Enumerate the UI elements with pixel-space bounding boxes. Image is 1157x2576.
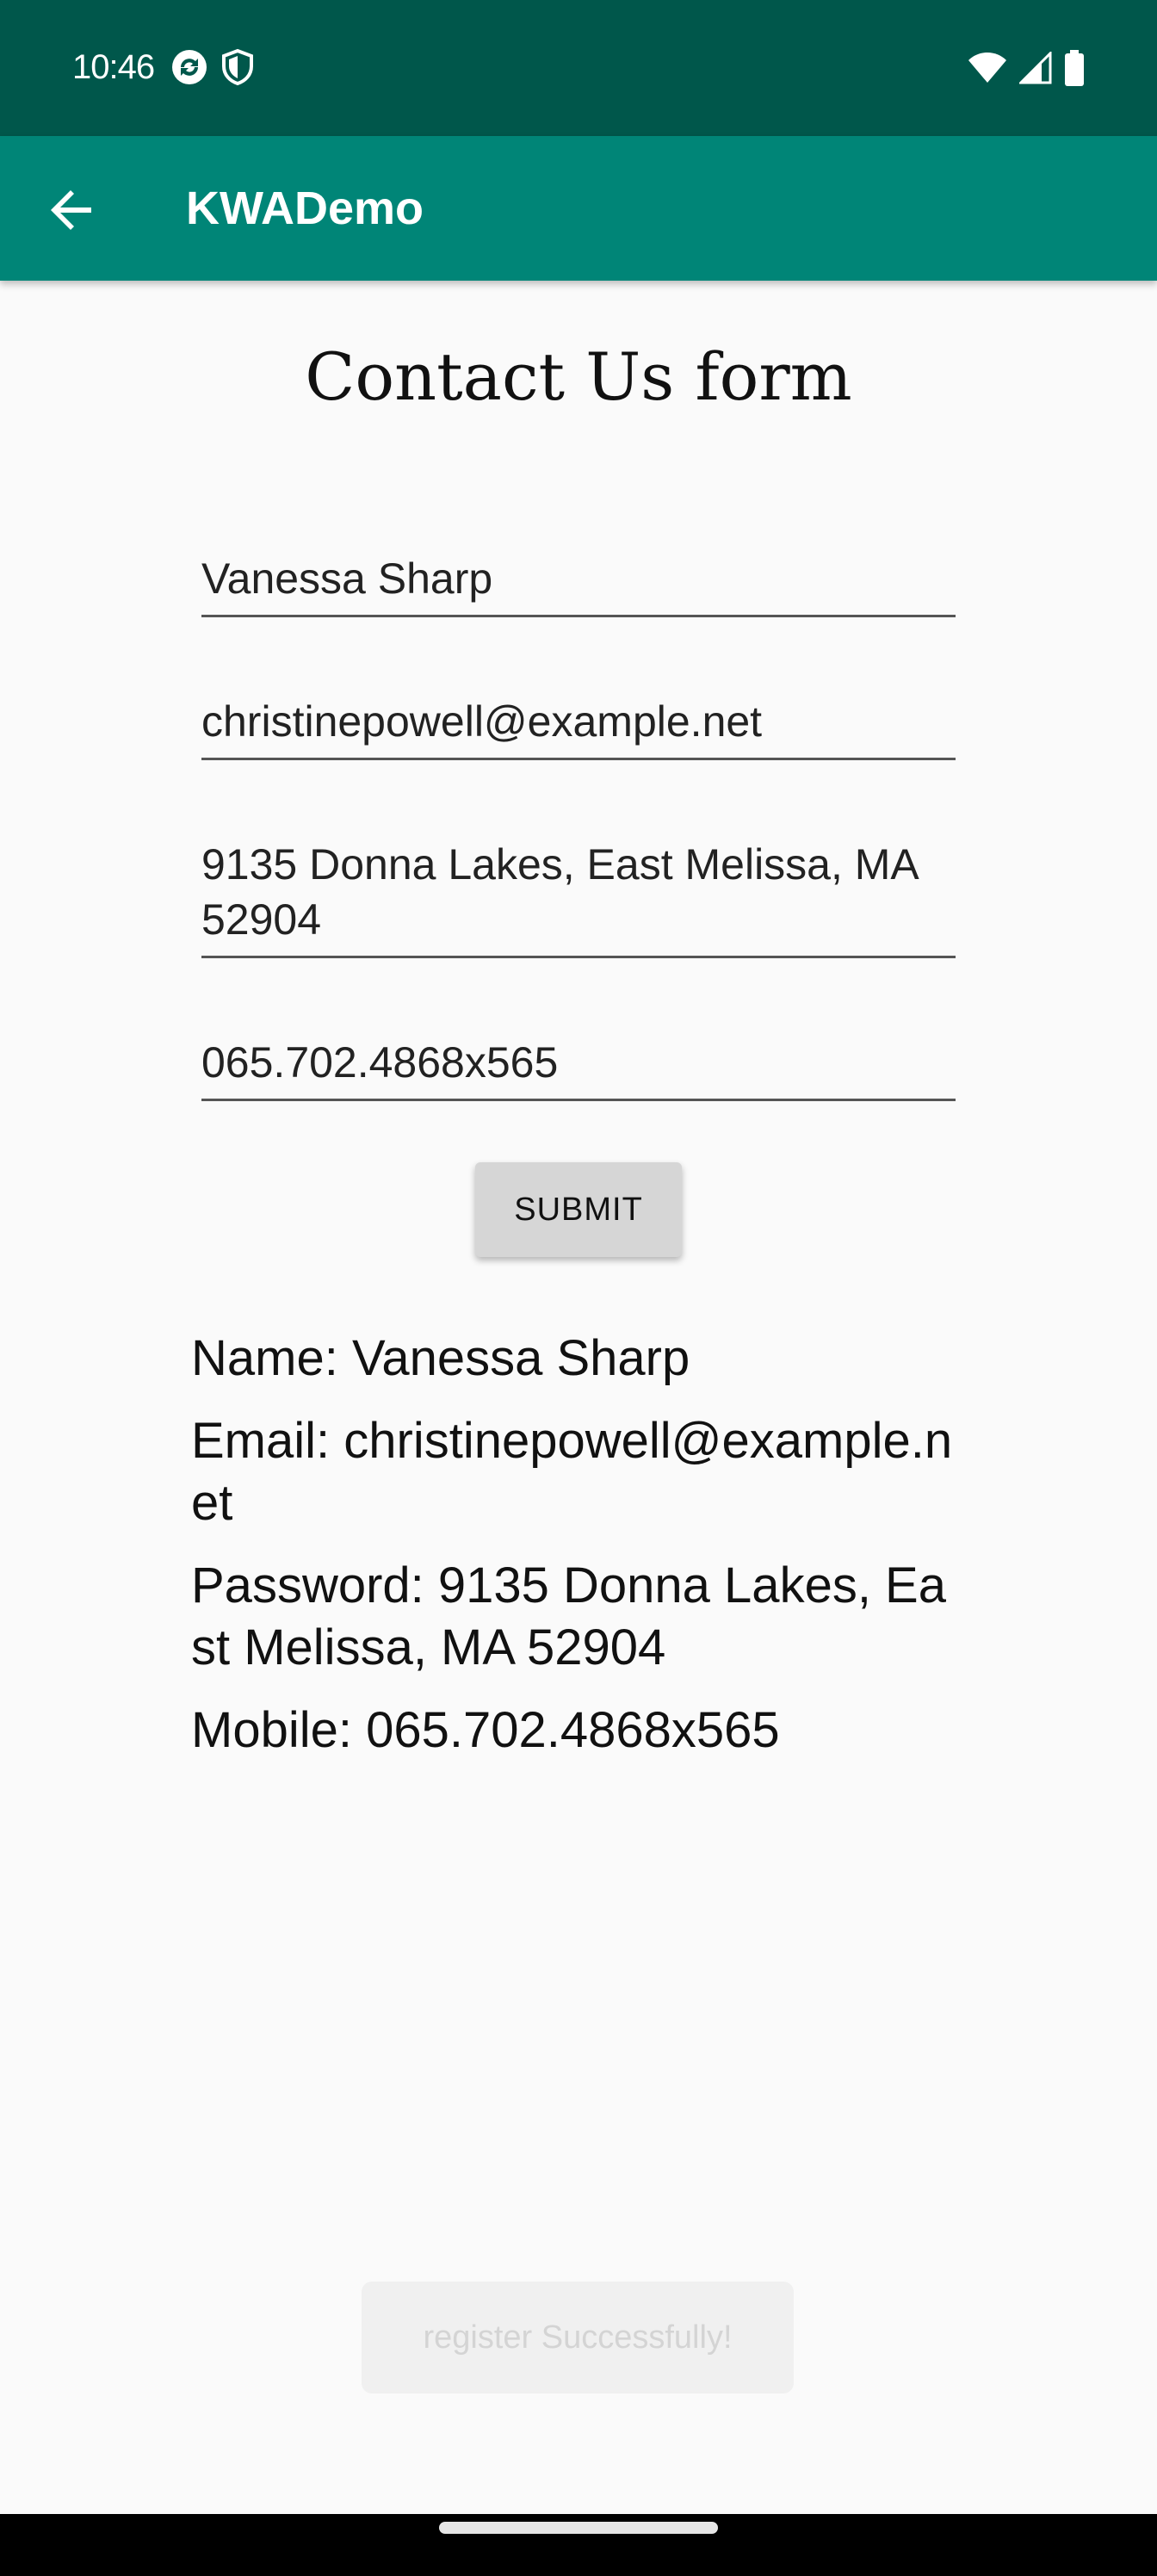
status-bar: 10:46 bbox=[0, 0, 1157, 136]
shield-icon bbox=[220, 48, 255, 90]
result-name: Name: Vanessa Sharp bbox=[191, 1330, 690, 1386]
submit-button[interactable]: SUBMIT bbox=[475, 1162, 682, 1257]
arrow-back-icon bbox=[50, 188, 95, 237]
name-field[interactable]: Vanessa Sharp bbox=[201, 551, 956, 617]
address-field[interactable]: 9135 Donna Lakes, East Melissa, MA 52904 bbox=[201, 837, 956, 958]
form-title: Contact Us form bbox=[305, 338, 852, 415]
battery-icon bbox=[1064, 50, 1085, 90]
app-bar: KWADemo bbox=[0, 136, 1157, 281]
home-handle[interactable] bbox=[439, 2522, 718, 2534]
toast-message: register Successfully! bbox=[362, 2282, 794, 2393]
mobile-field[interactable]: 065.702.4868x565 bbox=[201, 1035, 956, 1101]
back-button[interactable] bbox=[34, 174, 110, 250]
status-time: 10:46 bbox=[72, 48, 155, 86]
result-password: Password: 9135 Donna Lakes, East Melissa… bbox=[191, 1557, 946, 1675]
signal-icon bbox=[1018, 50, 1052, 89]
result-email: Email: christinepowell@example.net bbox=[191, 1413, 953, 1531]
app-title: KWADemo bbox=[186, 183, 424, 234]
wifi-icon bbox=[968, 52, 1007, 89]
sync-icon bbox=[170, 48, 208, 90]
email-field[interactable]: christinepowell@example.net bbox=[201, 694, 956, 760]
result-mobile: Mobile: 065.702.4868x565 bbox=[191, 1702, 780, 1758]
